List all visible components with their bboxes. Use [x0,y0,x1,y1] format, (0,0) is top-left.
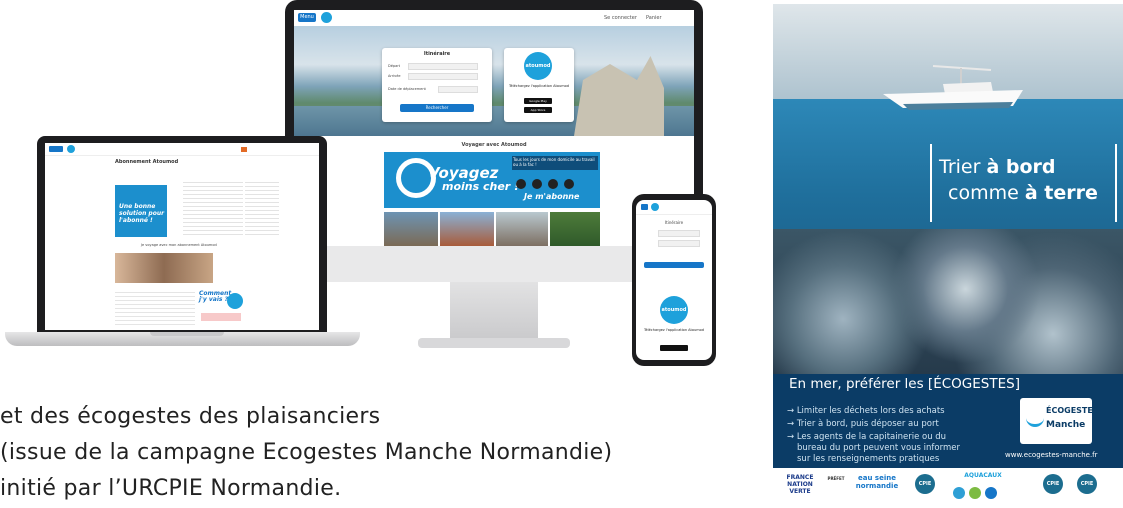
ecogestes-wave-icon [1026,410,1044,427]
hero-cliff [574,56,664,136]
poster-partner-logos: FRANCE NATION VERTE PRÉFET eau seine nor… [773,468,1123,508]
laptop-header [45,143,319,156]
phone-screen: Itinéraire atoumod Téléchargez l'applica… [636,200,712,360]
badge-top-text: ÉCOGESTES [1046,406,1099,415]
monitor-foot [418,338,570,348]
photo-abbey [496,212,548,246]
from-label: Départ [388,64,401,68]
laptop-promo-logo [227,293,243,309]
app-promo-card: atoumod Téléchargez l'application Atoumo… [504,48,574,122]
laptop-people-photo [115,253,213,283]
banner-icons [516,174,586,189]
laptop-promo2: Comment j'y vais ? [199,290,232,303]
google-play-badge[interactable]: Google Play [524,98,552,104]
phone-menu-button[interactable] [641,204,648,210]
app-store-badge[interactable]: App Store [524,107,552,113]
laptop-body-text [115,289,195,325]
date-label: Date de déplacement [388,87,426,91]
phone-card-title: Itinéraire [664,220,684,225]
phone-store-badge[interactable] [660,345,688,351]
to-input[interactable] [408,73,478,80]
atoumod-logo: atoumod [524,52,552,80]
laptop-text-column-2 [245,179,279,235]
hero-photo [294,26,694,136]
ecogestes-badge: ÉCOGESTES Manche [1020,398,1099,444]
logo-cpie-3: CPIE [1077,474,1097,494]
phone-from-input[interactable] [658,230,700,237]
site-header: Menu Se connecter Panier [294,10,694,27]
photo-forest [550,212,600,246]
date-input[interactable] [438,86,478,93]
from-input[interactable] [408,63,478,70]
voyager-section-title: Voyager avec Atoumod [461,142,527,148]
photo-harbor [384,212,438,246]
badge-bottom-text: Manche [1046,420,1086,430]
poster-bullet-3: → Les agents de la capitainerie ou du [787,432,947,442]
poster-bullet-3-cont: bureau du port peuvent vous informer [797,443,960,453]
monitor-stand [450,282,538,342]
laptop-screen: Abonnement Atoumod Une bonne solution po… [45,143,319,330]
paragraph-line-1: et des écogestes des plaisanciers [0,404,381,429]
laptop-text-column [183,179,243,235]
nav-cart-link[interactable]: Panier [646,15,662,21]
phone-header [636,200,712,215]
logo-eau-seine-normandie: eau seine normandie [855,474,899,490]
poster-bullet-1: → Limiter les déchets lors des achats [787,406,945,416]
poster-url: www.ecogestes-manche.fr [1005,451,1098,459]
phone-logo[interactable] [651,203,659,211]
paragraph-line-3: initié par l’URCPIE Normandie. [0,476,342,501]
banner-subtitle: moins cher ! [442,180,520,193]
poster-trash-pile [773,229,1123,379]
poster-bullet-2: → Trier à bord, puis déposer au port [787,419,939,429]
ecogestes-poster: Trier à bord comme à terre En mer, préfé… [773,4,1123,508]
logo-prefet: PRÉFET [827,476,845,481]
poster-headline: En mer, préférer les [ÉCOGESTES] [789,376,1020,392]
site-logo[interactable] [321,12,332,23]
poster-slogan-line-1: Trier à bord [939,156,1056,178]
paragraph-line-2: (issue de la campagne Ecogestes Manche N… [0,440,613,465]
voyagez-banner[interactable]: Voyagez moins cher ! Tous les jours de m… [384,152,600,208]
laptop-promo-image: Une bonne solution pour l'abonné ! [115,185,167,237]
logo-aquacaux: AQUACAUX [964,472,1002,479]
laptop-promo-title: Une bonne solution pour l'abonné ! [119,203,165,224]
nav-login-link[interactable]: Se connecter [604,15,637,21]
poster-slogan-line-2: comme à terre [948,182,1098,204]
logo-france-nation-verte: FRANCE NATION VERTE [786,474,814,495]
poster-boat [883,65,1023,110]
itinerary-search-card: Itinéraire Départ Arrivée Date de déplac… [382,48,492,122]
menu-button[interactable]: Menu [298,13,316,22]
laptop-section-subtitle: Je voyage avec mon abonnement Atoumod [141,243,217,247]
laptop-menu-button[interactable] [49,146,63,152]
laptop-comment-promo: Comment j'y vais ? [197,289,245,325]
phone-to-input[interactable] [658,240,700,247]
phone-promo-text: Téléchargez l'application Atoumod [643,328,704,332]
banner-side-text: Tous les jours de mon domicile au travai… [512,156,598,170]
phone-search-button[interactable] [644,262,704,268]
app-promo-text: Téléchargez l'application Atoumod [508,84,569,88]
laptop-page-title: Abonnement Atoumod [115,159,179,165]
laptop-promo-callout [201,313,241,321]
photo-town [440,212,494,246]
laptop-flag-icon [241,147,247,152]
poster-bullet-3-cont-2: sur les renseignements pratiques [797,454,940,464]
itinerary-card-title: Itinéraire [423,51,451,57]
logo-cpie-2: CPIE [1043,474,1063,494]
to-label: Arrivée [388,74,401,78]
laptop-logo[interactable] [67,145,75,153]
laptop-notch [150,332,224,336]
aquacaux-circles [953,484,1013,499]
search-button[interactable]: Rechercher [400,104,474,112]
banner-cta[interactable]: Je m'abonne [524,192,579,201]
phone-atoumod-logo: atoumod [660,296,688,324]
logo-cpie-1: CPIE [915,474,935,494]
